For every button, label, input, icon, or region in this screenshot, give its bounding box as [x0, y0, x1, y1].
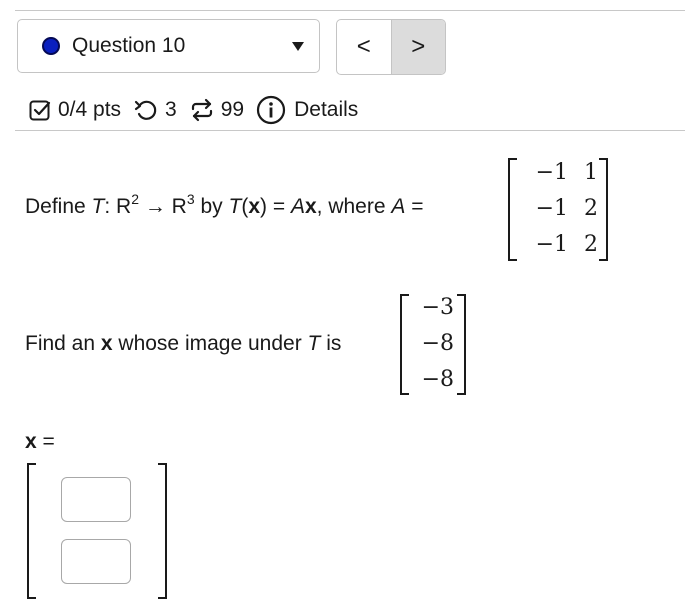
- matrix-cell: −1: [535, 196, 568, 221]
- text: =: [36, 430, 55, 453]
- points-value: 0/4 pts: [58, 98, 122, 121]
- text: Find an: [25, 332, 101, 355]
- answer-input-x2[interactable]: [61, 539, 131, 584]
- info-icon[interactable]: [256, 95, 286, 125]
- text: is: [320, 332, 342, 355]
- vector-cell: −8: [421, 367, 454, 392]
- vector-left-bracket: [400, 294, 409, 395]
- text-T: T: [91, 195, 105, 218]
- text: → R: [139, 195, 187, 218]
- question-select[interactable]: Question 10: [17, 19, 320, 73]
- question-nav: < >: [336, 19, 446, 75]
- vector-cell: −3: [421, 295, 454, 320]
- answer-label: x =: [25, 430, 55, 454]
- text-T: T: [228, 195, 242, 218]
- text-x: x: [100, 332, 113, 355]
- retries-value: 3: [165, 98, 177, 121]
- matrix-left-bracket: [508, 158, 517, 261]
- question-select-label: Question 10: [72, 34, 186, 57]
- vector-right-bracket: [457, 294, 466, 395]
- vector-cell: −8: [421, 331, 454, 356]
- matrix-cell: −1: [535, 232, 568, 257]
- next-question-button[interactable]: >: [390, 20, 445, 74]
- details-link[interactable]: Details: [294, 98, 358, 122]
- problem-statement: Define T: R2 → R3 by T(x) = Ax, where A …: [25, 192, 424, 219]
- vector-b: −3 −8 −8: [400, 294, 466, 395]
- question-stats: 0/4 pts 3 99 Details: [28, 92, 358, 128]
- matrix-A: −1 1 −1 2 −1 2: [508, 158, 608, 261]
- previous-question-button[interactable]: <: [337, 20, 391, 74]
- text: : R: [104, 195, 132, 218]
- text: , where: [316, 195, 392, 218]
- text: =: [405, 195, 424, 218]
- matrix-cell: 2: [584, 196, 598, 221]
- text-T: T: [307, 332, 321, 355]
- answer-left-bracket: [27, 463, 36, 599]
- matrix-right-bracket: [599, 158, 608, 261]
- matrix-cell: 1: [584, 160, 598, 185]
- answer-vector: [27, 463, 167, 599]
- check-square-icon: [28, 98, 52, 122]
- domain-exponent: 2: [131, 191, 140, 207]
- text-x: x: [248, 195, 261, 218]
- text: whose image under: [112, 332, 308, 355]
- codomain-exponent: 3: [186, 191, 195, 207]
- submissions-icon: [189, 98, 215, 122]
- text: ) =: [260, 195, 291, 218]
- matrix-cell: 2: [584, 232, 598, 257]
- answer-input-x1[interactable]: [61, 477, 131, 522]
- text: by: [194, 195, 229, 218]
- text-x: x: [304, 195, 317, 218]
- matrix-cell: −1: [535, 160, 568, 185]
- text-A: A: [391, 195, 406, 218]
- question-status-dot: [42, 37, 60, 55]
- top-divider: [15, 10, 685, 11]
- text-A: A: [290, 195, 305, 218]
- problem-prompt: Find an x whose image under T is: [25, 332, 341, 356]
- submissions-value: 99: [220, 98, 245, 121]
- header-divider: [15, 130, 685, 131]
- retry-icon: [133, 98, 159, 122]
- text-x: x: [25, 430, 37, 453]
- caret-down-icon: [292, 42, 304, 51]
- text: Define: [25, 195, 92, 218]
- answer-right-bracket: [158, 463, 167, 599]
